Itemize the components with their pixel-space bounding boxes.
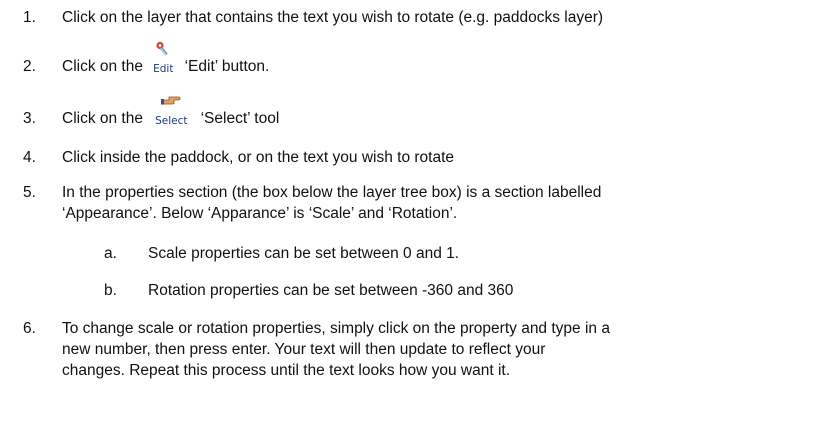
step-text: Click on the layer that contains the tex… (62, 9, 604, 26)
step-text: In the properties section (the box below… (62, 184, 602, 222)
step-text: Click on the Edit ‘Edit’ button. (62, 41, 812, 77)
edit-button[interactable]: Edit (148, 41, 178, 77)
step-text-pre: Click on the (62, 58, 148, 75)
step-text-pre: Click on the (62, 110, 148, 127)
edit-button-label: Edit (153, 63, 174, 75)
select-tool-label: Select (155, 115, 188, 127)
select-tool-button[interactable]: Select (148, 96, 194, 129)
step-number: 1. (23, 9, 36, 26)
step-text-post: ‘Select’ tool (196, 110, 280, 127)
step-text-post: ‘Edit’ button. (180, 58, 270, 75)
step-text: Click inside the paddock, or on the text… (62, 149, 455, 166)
step-text: Click on the Select ‘Select’ tool (62, 96, 812, 129)
step-number: 2. (23, 58, 36, 75)
step-number: 5. (23, 184, 36, 201)
substep-letter: a. (104, 245, 117, 262)
step-text: To change scale or rotation properties, … (62, 320, 610, 379)
substep-text: Rotation properties can be set between -… (148, 282, 514, 299)
step-number: 6. (23, 320, 36, 337)
pointing-hand-icon (148, 93, 194, 109)
step-number: 4. (23, 149, 36, 166)
wrench-icon (148, 41, 178, 57)
substep-letter: b. (104, 282, 117, 299)
substep-text: Scale properties can be set between 0 an… (148, 245, 460, 262)
step-number: 3. (23, 110, 36, 127)
